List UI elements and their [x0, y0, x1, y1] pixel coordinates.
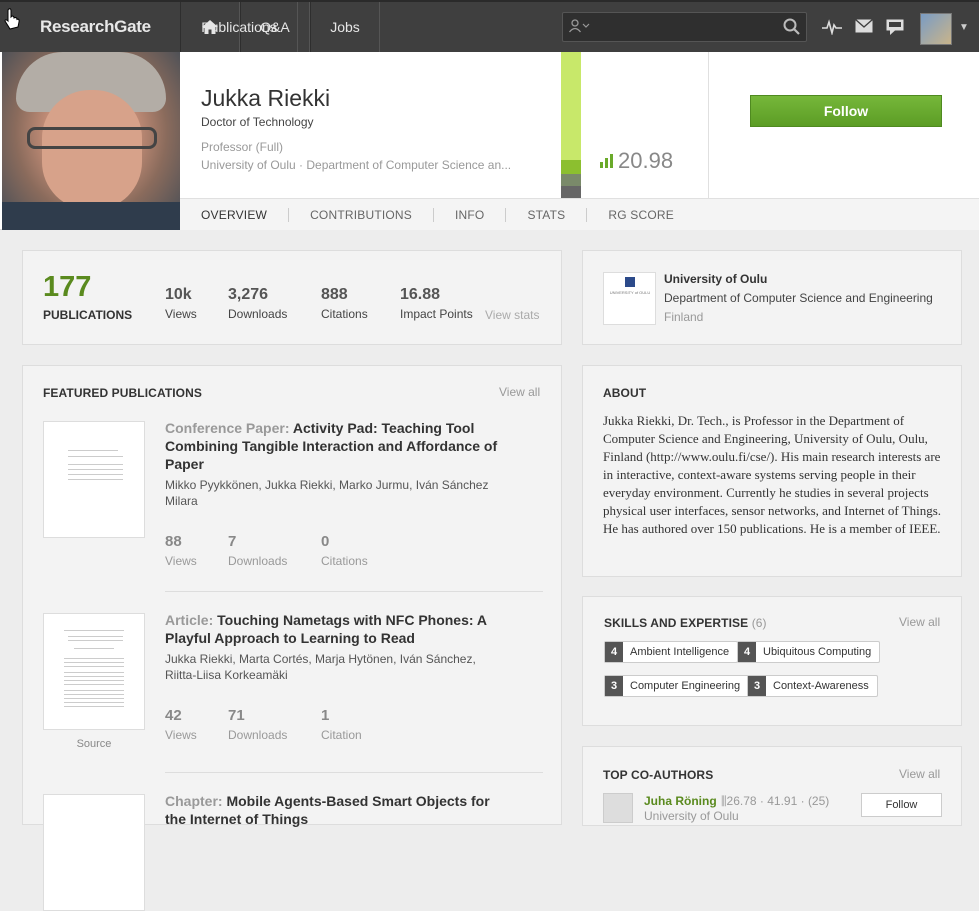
pub-downloads: 71 Downloads: [228, 707, 288, 742]
profile-degree: Doctor of Technology: [201, 115, 314, 129]
stats-card: 177 PUBLICATIONS 10k Views 3,276 Downloads…: [22, 250, 562, 345]
mail-icon[interactable]: [855, 18, 873, 38]
tab-rg-score[interactable]: RG SCORE: [587, 208, 695, 222]
publication-type: Conference Paper:: [165, 420, 290, 436]
coauthor-institution: University of Oulu: [644, 809, 739, 823]
rg-score-bar: [561, 52, 581, 198]
coauthors-title: TOP CO-AUTHORS: [603, 768, 714, 782]
search-icon[interactable]: [783, 18, 800, 40]
skill-tag[interactable]: 4 Ubiquitous Computing: [737, 641, 881, 663]
stat-impact-points: 16.88 Impact Points: [400, 286, 473, 321]
tab-contributions[interactable]: CONTRIBUTIONS: [289, 207, 434, 222]
coauthors-card: TOP CO-AUTHORS View all Juha Röning ⫼26.…: [582, 746, 962, 826]
rg-score-value: 20.98: [618, 148, 674, 173]
about-card: ABOUT Jukka Riekki, Dr. Tech., is Profes…: [582, 365, 962, 577]
main-nav: Q&A Publications Jobs: [180, 2, 380, 52]
score-bars-icon: [600, 148, 614, 174]
publication-type: Article:: [165, 612, 214, 628]
skills-title: SKILLS AND EXPERTISE (6): [604, 616, 767, 630]
coauthor-name[interactable]: Juha Röning: [644, 794, 717, 808]
profile-position: Professor (Full): [201, 140, 284, 154]
about-text: Jukka Riekki, Dr. Tech., is Professor in…: [603, 413, 942, 536]
divider: [165, 772, 543, 773]
institution-name[interactable]: University of Oulu: [664, 272, 767, 286]
institution-department[interactable]: Department of Computer Science and Engin…: [664, 291, 933, 305]
profile-photo: [2, 52, 180, 230]
skills-view-all[interactable]: View all: [899, 615, 940, 629]
publication-authors[interactable]: Jukka Riekki, Marta Cortés, Marja Hytöne…: [165, 651, 505, 683]
pub-views: 42 Views: [165, 707, 197, 742]
chat-icon[interactable]: [886, 19, 904, 41]
featured-title: FEATURED PUBLICATIONS: [43, 386, 202, 400]
rg-score-box[interactable]: [581, 52, 709, 198]
publication-thumbnail[interactable]: [43, 421, 145, 538]
skill-tag[interactable]: 4 Ambient Intelligence: [604, 641, 739, 663]
skills-card: SKILLS AND EXPERTISE (6) View all 4 Ambie…: [582, 596, 962, 726]
publication-thumbnail[interactable]: [43, 613, 145, 730]
search-box: [562, 12, 807, 42]
tab-overview[interactable]: OVERVIEW: [180, 207, 290, 222]
view-stats-link[interactable]: View stats: [485, 308, 539, 322]
pub-views: 88 Views: [165, 533, 197, 568]
person-icon[interactable]: [568, 19, 591, 36]
publication-title[interactable]: Chapter: Mobile Agents-Based Smart Objec…: [165, 792, 505, 828]
researchgate-logo[interactable]: ResearchGate: [40, 17, 151, 37]
tab-info[interactable]: INFO: [434, 207, 507, 222]
about-title: ABOUT: [603, 386, 647, 400]
divider: [165, 591, 543, 592]
profile-affiliation[interactable]: University of Oulu · Department of Compu…: [201, 158, 511, 172]
stat-views: 10k Views: [165, 286, 197, 321]
publication-authors[interactable]: Mikko Pyykkönen, Jukka Riekki, Marko Jur…: [165, 477, 505, 509]
profile-header: Jukka Riekki Doctor of Technology Profes…: [0, 52, 979, 230]
featured-publications-card: FEATURED PUBLICATIONS View all Conferenc…: [22, 365, 562, 911]
institution-country: Finland: [664, 310, 704, 324]
institution-card: UNIVERSITY of OULU University of Oulu De…: [582, 250, 962, 345]
skill-tag[interactable]: 3 Context-Awareness: [747, 675, 878, 697]
coauthor-meta: ⫼26.78 · 41.91 · (25): [721, 794, 830, 808]
user-avatar[interactable]: [920, 13, 952, 45]
profile-tabs: OVERVIEW CONTRIBUTIONS INFO STATS RG SCO…: [180, 198, 979, 230]
activity-icon[interactable]: [822, 19, 842, 40]
publication-thumbnail[interactable]: [43, 794, 145, 911]
skill-tag[interactable]: 3 Computer Engineering: [604, 675, 750, 697]
publication-type: Chapter:: [165, 793, 223, 809]
follow-button[interactable]: Follow: [750, 95, 942, 127]
source-link[interactable]: Source: [43, 738, 145, 750]
pub-citations: 0 Citations: [321, 533, 368, 568]
stat-citations: 888 Citations: [321, 286, 368, 321]
rg-score[interactable]: 20.98: [600, 148, 673, 174]
university-logo[interactable]: UNIVERSITY of OULU: [603, 272, 656, 325]
tab-stats[interactable]: STATS: [506, 207, 588, 222]
publications-label: PUBLICATIONS: [43, 308, 133, 322]
publication-title[interactable]: Conference Paper: Activity Pad: Teaching…: [165, 419, 505, 473]
profile-name: Jukka Riekki: [201, 85, 331, 111]
search-input[interactable]: [597, 16, 777, 38]
coauthors-view-all[interactable]: View all: [899, 767, 940, 781]
chevron-down-icon[interactable]: ▼: [959, 22, 969, 33]
publications-count[interactable]: 177: [43, 271, 91, 304]
featured-view-all[interactable]: View all: [499, 385, 540, 399]
nav-publications[interactable]: Publications: [180, 2, 298, 52]
nav-jobs[interactable]: Jobs: [310, 2, 380, 52]
cursor-icon: [4, 8, 20, 30]
publication-title-text[interactable]: Touching Nametags with NFC Phones: A Pla…: [165, 612, 487, 646]
pub-citations: 1 Citation: [321, 707, 362, 742]
top-navigation-bar: ResearchGate Q&A Publications Jobs ▼: [0, 0, 979, 52]
stat-downloads: 3,276 Downloads: [228, 286, 288, 321]
publication-title[interactable]: Article: Touching Nametags with NFC Phon…: [165, 611, 505, 647]
coauthor-follow-button[interactable]: Follow: [861, 793, 942, 817]
pub-downloads: 7 Downloads: [228, 533, 288, 568]
